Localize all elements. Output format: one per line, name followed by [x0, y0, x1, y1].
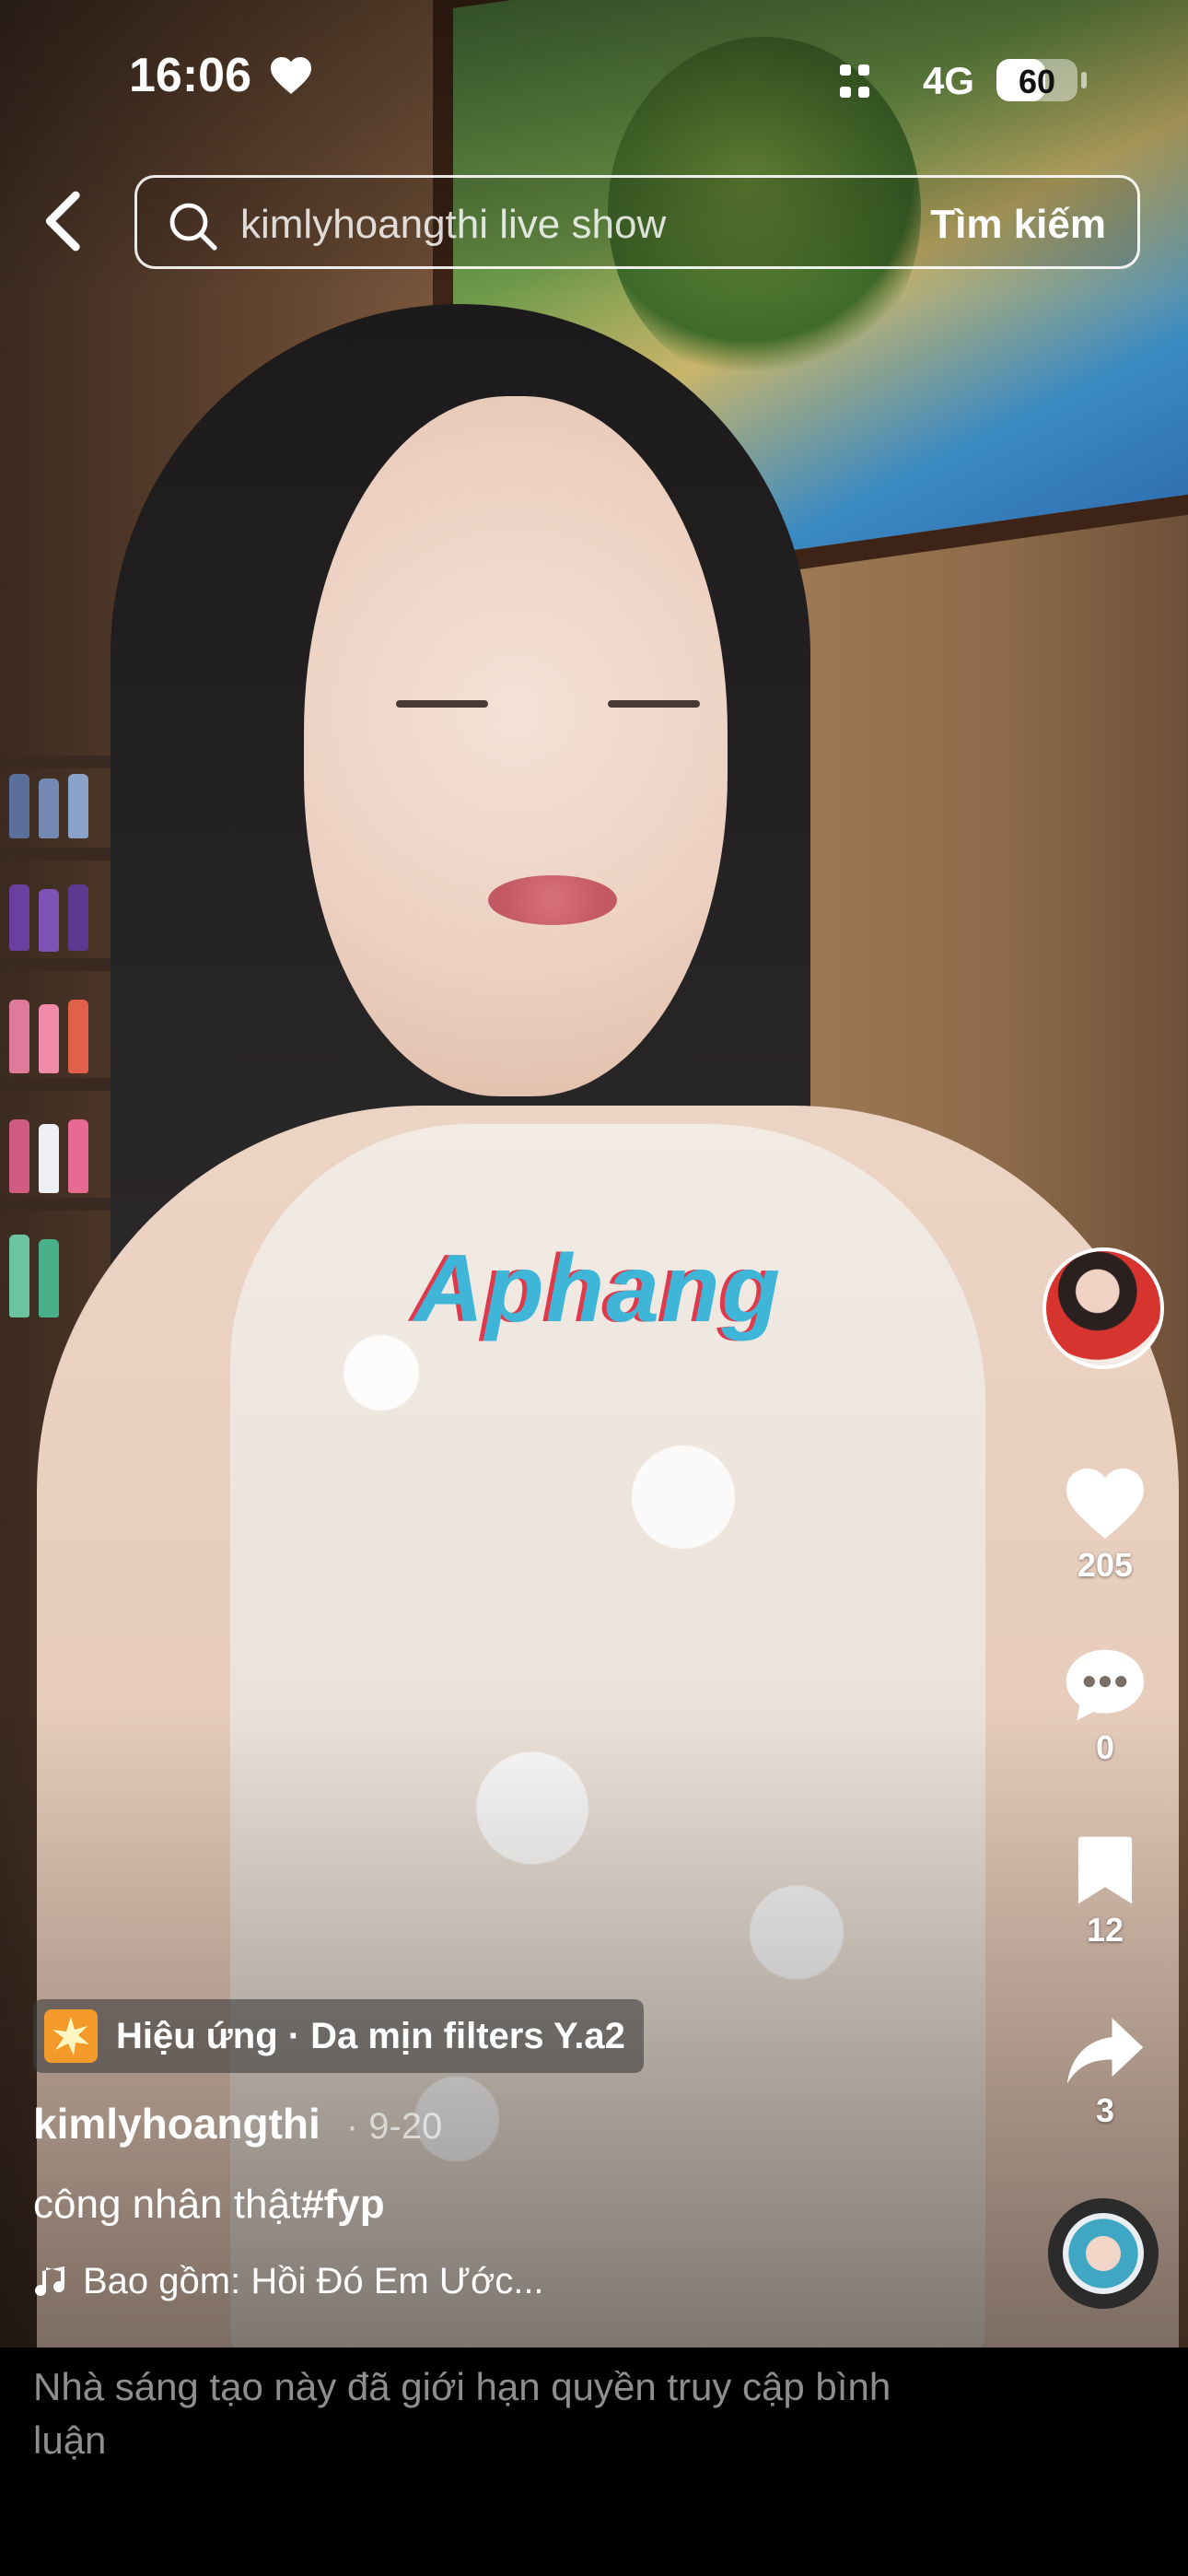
share-button[interactable]: 3 — [1050, 2014, 1160, 2130]
post-caption: công nhân thật#fyp — [33, 2182, 385, 2228]
bookmark-icon — [1077, 1836, 1133, 1904]
back-chevron-icon[interactable] — [37, 189, 92, 253]
creator-avatar[interactable] — [1042, 1247, 1164, 1369]
effect-icon — [44, 2009, 98, 2063]
battery-level: 60 — [1018, 63, 1056, 100]
search-icon — [169, 203, 217, 251]
heart-icon — [271, 57, 311, 94]
save-button[interactable]: 12 — [1050, 1833, 1160, 1950]
status-time: 16:06 — [129, 49, 251, 102]
save-count: 12 — [1086, 1911, 1124, 1949]
music-note-icon — [35, 2266, 65, 2296]
author-name[interactable]: kimlyhoangthi — [33, 2100, 320, 2148]
comment-count: 0 — [1095, 1728, 1115, 1766]
hashtag-link[interactable]: #fyp — [301, 2182, 384, 2227]
like-count: 205 — [1077, 1546, 1134, 1584]
post-date: · 9-20 — [345, 2106, 443, 2147]
effect-chip[interactable]: Hiệu ứng · Da mịn filters Y.a2 — [33, 1999, 644, 2073]
like-heart-icon — [1066, 1468, 1144, 1540]
like-button[interactable]: 205 — [1050, 1465, 1160, 1585]
comments-restricted-notice: Nhà sáng tạo này đã giới hạn quyền truy … — [33, 2365, 891, 2462]
comment-button[interactable]: 0 — [1050, 1645, 1160, 1767]
caption-text: công nhân thật — [33, 2182, 302, 2227]
battery-indicator: 60 — [996, 59, 1077, 101]
author-row: kimlyhoangthi · 9-20 — [33, 2099, 442, 2149]
video-watermark: Aphang — [414, 1235, 783, 1342]
search-input[interactable]: kimlyhoangthi live show — [240, 202, 666, 248]
search-button[interactable]: Tìm kiếm — [930, 202, 1106, 248]
music-info[interactable]: Bao gồm: Hồi Đó Em Ước... — [33, 2261, 544, 2302]
network-label: 4G — [923, 59, 975, 102]
music-label: Bao gồm: Hồi Đó Em Ước... — [83, 2261, 544, 2301]
music-disc[interactable] — [1048, 2198, 1159, 2309]
share-icon — [1066, 2018, 1144, 2084]
share-count: 3 — [1095, 2091, 1115, 2129]
effect-label: Hiệu ứng · Da mịn filters Y.a2 — [116, 2015, 625, 2056]
grid-icon — [840, 64, 869, 98]
search-bar[interactable]: kimlyhoangthi live show Tìm kiếm — [134, 175, 1140, 269]
comment-icon — [1066, 1649, 1145, 1721]
video-player[interactable]: Aphang — [0, 0, 1188, 2348]
